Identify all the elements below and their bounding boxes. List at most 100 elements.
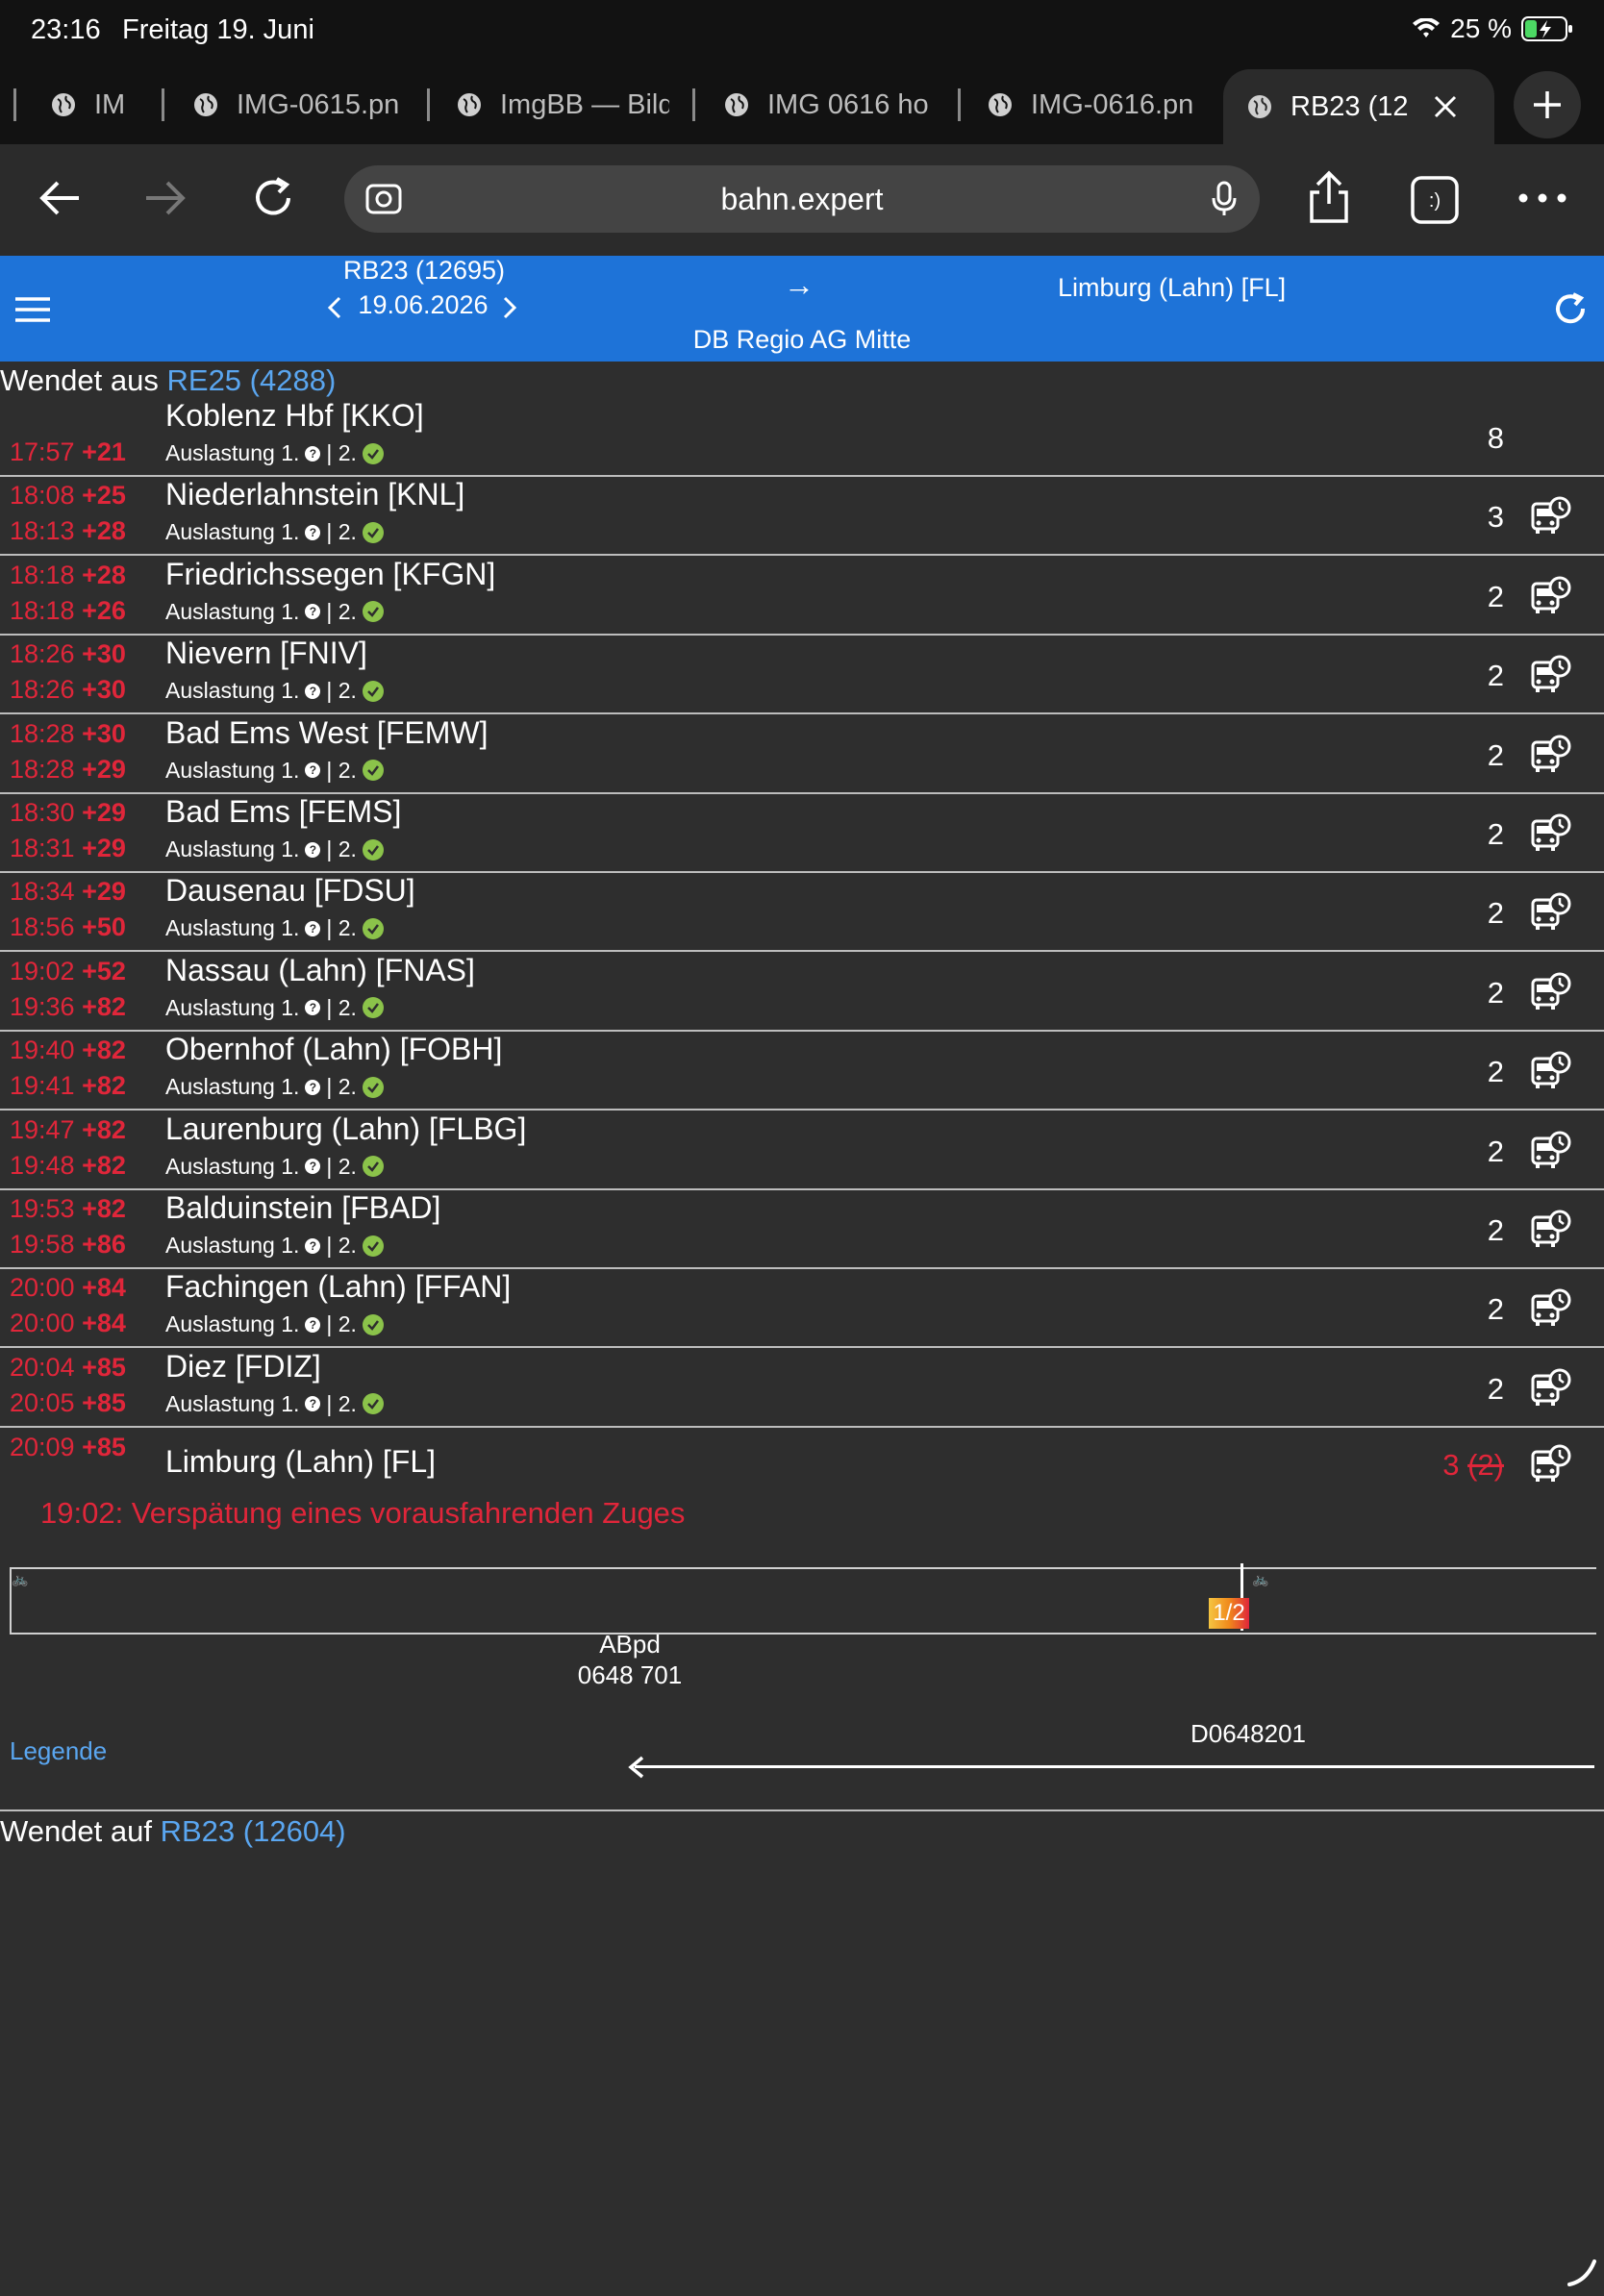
stop-name[interactable]: Dausenau [FDSU] [165,873,415,909]
reload-icon[interactable] [248,173,298,223]
stop-row[interactable]: 19:40 +82 19:41 +82 Obernhof (Lahn) [FOBH]… [0,1032,1604,1111]
turns-to-link[interactable]: RB23 (12604) [161,1814,346,1848]
bus-schedule-icon[interactable] [1531,496,1571,539]
check-icon [362,1393,384,1415]
turns-from-label: Wendet aus [0,363,159,397]
bus-schedule-icon[interactable] [1531,1288,1571,1332]
check-icon [362,601,384,623]
stop-row[interactable]: 20:00 +84 20:00 +84 Fachingen (Lahn) [FFAN… [0,1269,1604,1349]
info-icon[interactable]: ? [305,445,321,462]
stop-row[interactable]: 20:04 +85 20:05 +85 Diez [FDIZ] Auslastung … [0,1349,1604,1428]
hamburger-menu-icon[interactable] [13,296,52,323]
info-icon[interactable]: ? [305,683,321,699]
wagon-sequence[interactable] [10,1567,1596,1635]
occupancy-second-class: | 2. [326,915,357,941]
platform: 2 [1487,1371,1504,1406]
bus-schedule-icon[interactable] [1531,576,1571,619]
tab-3[interactable]: ImgBB — Bild [456,83,669,127]
stop-name[interactable]: Balduinstein [FBAD] [165,1190,440,1226]
departure-time: 17:57 +21 [10,437,126,466]
wagon-number: 0648 701 [577,1660,683,1689]
stop-name[interactable]: Limburg (Lahn) [FL] [165,1444,436,1480]
tab-1[interactable]: IM [50,83,135,127]
turns-from-link[interactable]: RE25 (4288) [167,363,337,397]
info-icon[interactable]: ? [305,1237,321,1254]
stop-row[interactable]: 19:47 +82 19:48 +82 Laurenburg (Lahn) [FLB… [0,1111,1604,1190]
refresh-icon[interactable] [1552,290,1589,327]
stop-row[interactable]: 18:34 +29 18:56 +50 Dausenau [FDSU] Auslast… [0,873,1604,953]
bus-schedule-icon[interactable] [1531,1051,1571,1094]
stop-name[interactable]: Nievern [FNIV] [165,636,367,671]
stop-row[interactable]: 18:28 +30 18:28 +29 Bad Ems West [FEMW] Aus… [0,715,1604,794]
occupancy-second-class: | 2. [326,1390,357,1416]
tab-2[interactable]: IMG-0615.pn [192,83,406,127]
bus-schedule-icon[interactable] [1531,1368,1571,1411]
tab-separator [13,88,16,121]
bus-schedule-icon[interactable] [1531,655,1571,698]
url-field[interactable]: bahn.expert [344,165,1260,233]
new-tab-button[interactable] [1514,71,1581,138]
info-icon[interactable]: ? [305,1000,321,1016]
occupancy-second-class: | 2. [326,440,357,465]
tab-active[interactable]: RB23 (12 [1223,69,1494,144]
stop-name[interactable]: Niederlahnstein [KNL] [165,477,464,512]
tab-separator [162,88,164,121]
platform: 3 [1487,500,1504,535]
tab-switcher-icon[interactable]: :) [1410,175,1460,225]
chevron-right-icon[interactable] [502,296,517,319]
more-options-icon[interactable] [1517,192,1567,204]
microphone-icon[interactable] [1212,181,1237,217]
bus-schedule-icon[interactable] [1531,1210,1571,1253]
info-icon[interactable]: ? [305,841,321,858]
stop-name[interactable]: Nassau (Lahn) [FNAS] [165,953,475,988]
bus-schedule-icon[interactable] [1531,972,1571,1015]
stop-name[interactable]: Bad Ems [FEMS] [165,794,401,830]
stop-name[interactable]: Friedrichssegen [KFGN] [165,557,495,592]
stop-row[interactable]: 18:30 +29 18:31 +29 Bad Ems [FEMS] Auslastu… [0,794,1604,873]
departure-time: 19:41 +82 [10,1071,126,1101]
platform: 2 [1487,975,1504,1010]
tab-5[interactable]: IMG-0616.pn [987,83,1200,127]
scroll-indicator [1567,2259,1596,2286]
stop-row[interactable]: 17:57 +21 Koblenz Hbf [KKO] Auslastung 1.?… [0,398,1604,477]
info-icon[interactable]: ? [305,524,321,540]
stop-name[interactable]: Laurenburg (Lahn) [FLBG] [165,1111,526,1147]
stop-name[interactable]: Koblenz Hbf [KKO] [165,398,424,434]
stop-name[interactable]: Obernhof (Lahn) [FOBH] [165,1032,502,1067]
stop-row[interactable]: 19:02 +52 19:36 +82 Nassau (Lahn) [FNAS] Au… [0,953,1604,1032]
stop-row[interactable]: 18:18 +28 18:18 +26 Friedrichssegen [KFGN]… [0,557,1604,636]
info-icon[interactable]: ? [305,1396,321,1412]
occupancy-label: Auslastung 1. [165,1153,300,1179]
bus-schedule-icon[interactable] [1531,1131,1571,1174]
info-icon[interactable]: ? [305,920,321,936]
platform: 2 [1487,1134,1504,1168]
info-icon[interactable]: ? [305,1159,321,1175]
occupancy: Auslastung 1.? | 2. [165,995,384,1021]
info-icon[interactable]: ? [305,762,321,779]
occupancy-label: Auslastung 1. [165,915,300,941]
info-icon[interactable]: ? [305,604,321,620]
stop-name[interactable]: Fachingen (Lahn) [FFAN] [165,1269,511,1305]
stop-name[interactable]: Bad Ems West [FEMW] [165,715,488,751]
stop-name[interactable]: Diez [FDIZ] [165,1349,321,1385]
forward-arrow-icon[interactable] [140,173,190,223]
stop-row[interactable]: 18:08 +25 18:13 +28 Niederlahnstein [KNL] A… [0,477,1604,557]
occupancy-label: Auslastung 1. [165,994,300,1020]
tab-4[interactable]: IMG 0616 ho [723,83,933,127]
occupancy-label: Auslastung 1. [165,1390,300,1416]
arrival-time: 20:09 +85 [10,1433,126,1461]
platform: 2 [1487,579,1504,613]
info-icon[interactable]: ? [305,1316,321,1333]
info-icon[interactable]: ? [305,1079,321,1095]
bus-schedule-icon[interactable] [1531,813,1571,857]
bus-schedule-icon[interactable] [1531,735,1571,778]
legend-link[interactable]: Legende [10,1736,107,1766]
back-arrow-icon[interactable] [35,173,85,223]
bus-schedule-icon[interactable] [1531,892,1571,936]
bus-schedule-icon[interactable] [1531,1444,1571,1483]
stop-row[interactable]: 18:26 +30 18:26 +30 Nievern [FNIV] Auslastu… [0,636,1604,715]
stop-row[interactable]: 19:53 +82 19:58 +86 Balduinstein [FBAD] Aus… [0,1190,1604,1269]
share-icon[interactable] [1306,169,1352,225]
close-icon[interactable] [1432,93,1459,120]
check-icon [362,838,384,861]
